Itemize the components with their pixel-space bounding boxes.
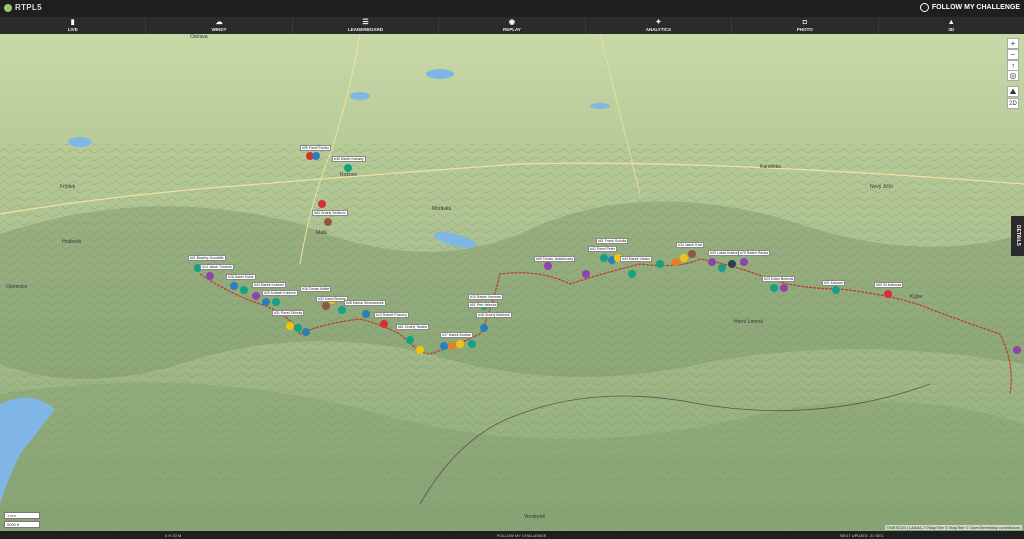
pilot-label[interactable]: #48 Ondrej Martinek	[476, 312, 512, 318]
pilot-label[interactable]: #81 Frank Schulte	[596, 238, 629, 244]
place-label: Frýdek	[60, 184, 76, 190]
brand-label: FOLLOW MY CHALLENGE	[931, 4, 1020, 11]
mountain-icon: ▲	[947, 19, 955, 26]
pilot-label[interactable]: #63 Ondrej Sedlovic	[312, 210, 348, 216]
brand[interactable]: FOLLOW MY CHALLENGE	[919, 3, 1020, 12]
pilot-label[interactable]: #61 Ondrej Taraba	[396, 324, 429, 330]
pilot-label[interactable]: #23 Kotes Bubenik	[762, 276, 796, 282]
tab-analytics[interactable]: ✦ ANALYTICS	[586, 17, 733, 34]
pilot-label[interactable]: #08 Michal Stromasmek	[344, 300, 386, 306]
pilot-label[interactable]: #10 Radek Vavrinec	[468, 294, 504, 300]
pilot-label[interactable]: #13 Robert Pokorny	[374, 312, 410, 318]
pilot-label[interactable]: #75 Radim Rauba	[738, 250, 771, 256]
pilot-label[interactable]: #44 Marek Vlasko	[620, 256, 653, 262]
tab-label: WINDY	[211, 27, 227, 32]
cloud-icon: ☁	[215, 19, 223, 26]
pilot-label[interactable]: #34 Jakub Kost	[676, 242, 705, 248]
app-status-icon	[4, 4, 12, 12]
map-icon: ▮	[70, 19, 75, 26]
place-label: Ostrava	[190, 34, 208, 40]
tab-3d[interactable]: ▲ 3D	[879, 17, 1024, 34]
terrain-layer-button[interactable]: ⛰	[1007, 86, 1019, 97]
footer-brand[interactable]: FOLLOW MY CHALLENGE	[497, 533, 546, 538]
place-label: Morávka	[432, 206, 452, 212]
pilot-label[interactable]: #17 Marek Bodnar	[440, 332, 473, 338]
pilot-label[interactable]: #31 Pavel Zilinsky	[272, 310, 305, 316]
place-label: Ostravice	[6, 284, 28, 290]
next-update: NEXT UPDATE: 21 SEC	[840, 533, 884, 538]
tab-label: ANALYTICS	[645, 27, 672, 32]
place-label: Horní Lomná	[734, 319, 763, 325]
tab-label: LEADERBOARD	[348, 27, 384, 32]
place-label: Hrabová	[62, 239, 81, 245]
pilot-label[interactable]: #44 Marek Kubicek	[252, 282, 286, 288]
pilot-label[interactable]: #45 Martin Kalusky	[332, 156, 366, 162]
tab-label: LIVE	[67, 27, 78, 32]
tab-replay[interactable]: ◉ REPLAY	[439, 17, 586, 34]
place-label: Malá	[316, 230, 327, 236]
pilot-label[interactable]: #05 Pavel Pavlus	[300, 145, 332, 151]
locate-button[interactable]: ◎	[1007, 70, 1019, 81]
tab-leaderboard[interactable]: ☰ LEADERBOARD	[293, 17, 440, 34]
bottom-bar: 0 H 20 M FOLLOW MY CHALLENGE NEXT UPDATE…	[0, 531, 1024, 539]
place-label: Nový Jičín	[870, 184, 894, 190]
elapsed-time: 0 H 20 M	[165, 533, 182, 538]
details-tab[interactable]: DETAILS	[1011, 216, 1024, 256]
pilot-label[interactable]: #01 Bradley Goodliffe	[188, 255, 226, 261]
tab-live[interactable]: ▮ LIVE	[0, 17, 147, 34]
replay-icon: ◉	[508, 19, 516, 26]
pilot-label[interactable]: #69 Tomas Jankalovsky	[534, 256, 576, 262]
zoom-out-button[interactable]: −	[1007, 49, 1019, 60]
pilot-label[interactable]: #16 Tomas Mallet	[300, 286, 332, 292]
map-canvas	[0, 34, 1024, 531]
top-bar: RTPL5 FOLLOW MY CHALLENGE	[0, 0, 1024, 17]
view-mode-button[interactable]: 2D	[1007, 98, 1019, 109]
pilot-label[interactable]: #21 Kalusch	[822, 280, 846, 286]
place-label: Rožnov	[340, 172, 357, 178]
scale-ft: 5000 ft	[4, 521, 40, 528]
camera-icon: ◘	[802, 19, 807, 26]
place-label: Vendryně	[524, 514, 546, 520]
zoom-in-button[interactable]: +	[1007, 38, 1019, 49]
tab-label: 3D	[948, 27, 955, 32]
place-label: Kyjov	[910, 294, 923, 300]
main-nav: ▮ LIVE ☁ WINDY ☰ LEADERBOARD ◉ REPLAY ✦ ANALY…	[0, 17, 1024, 34]
pilot-label[interactable]: #29 Lukas Kubicek	[708, 250, 742, 256]
list-icon: ☰	[362, 19, 369, 26]
tab-label: REPLAY	[503, 27, 521, 32]
pilot-label[interactable]: #26 Adam Kubis	[226, 274, 256, 280]
pilot-label[interactable]: #51 Petr Valecka	[468, 302, 499, 308]
brand-logo-icon	[919, 3, 929, 12]
tab-windy[interactable]: ☁ WINDY	[146, 17, 293, 34]
tab-label: PHOTO	[796, 27, 813, 32]
map-attribution[interactable]: ©MESDZ0 | LAAA/LJ ©MapTiler © MapTiler ©…	[884, 525, 1022, 530]
analytics-icon: ✦	[655, 19, 662, 26]
scale-km: 1 km	[4, 512, 40, 519]
pilot-label[interactable]: #42 Pavel Peter	[588, 246, 617, 252]
pilot-label[interactable]: #20 Kolibek Kubicek	[262, 290, 298, 296]
place-label: Karolinka	[760, 164, 781, 170]
terrain-map[interactable]: Ostrava Rožnov Ostravice Frýdek Morávka …	[0, 34, 1024, 531]
pilot-label[interactable]: #60 Vit Kalivoda	[874, 282, 904, 288]
pilot-label[interactable]: #14 Jakub Turanek	[200, 264, 234, 270]
tab-photo[interactable]: ◘ PHOTO	[732, 17, 879, 34]
app-title: RTPL5	[15, 3, 42, 12]
